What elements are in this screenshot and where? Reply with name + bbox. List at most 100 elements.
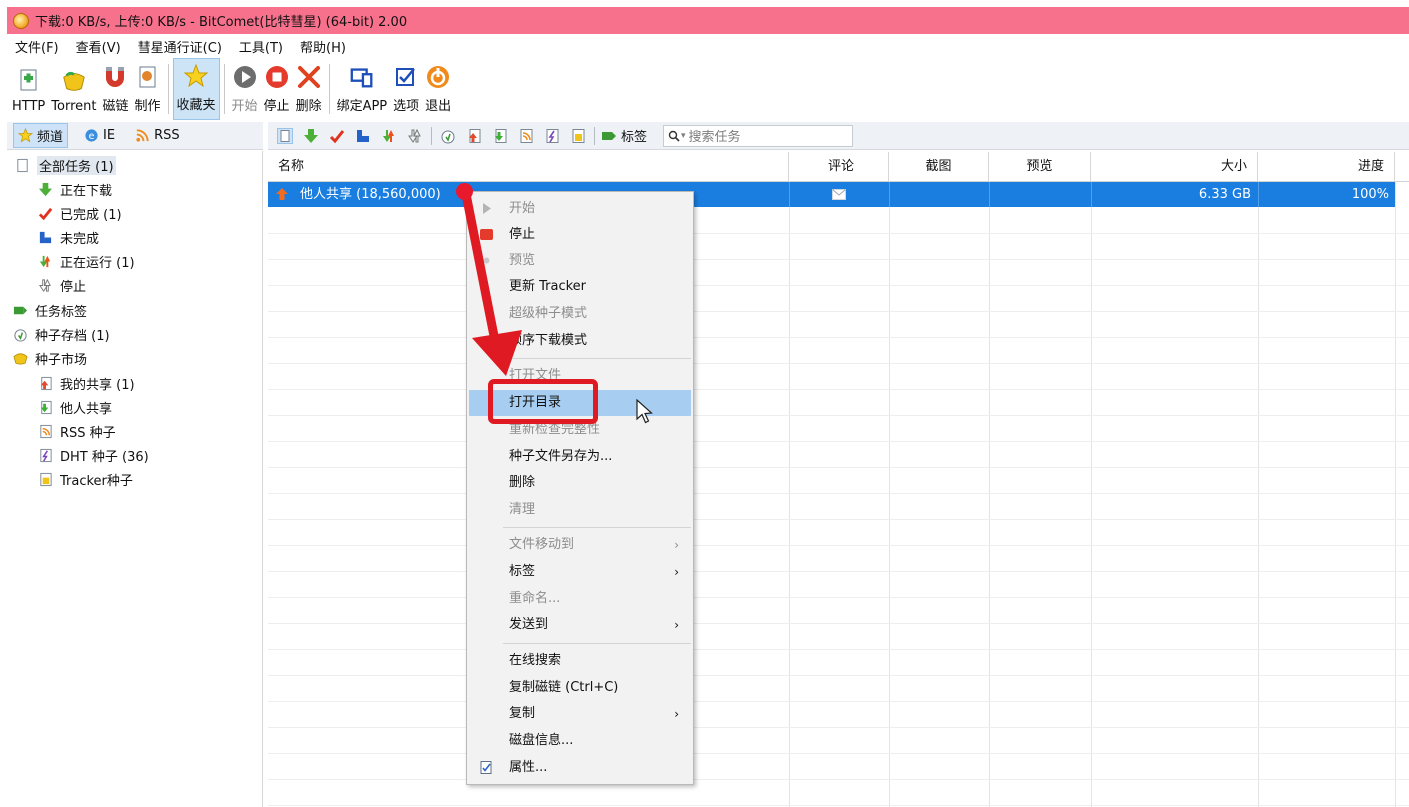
tree-item-torrent-archive[interactable]: 种子存档 (1) bbox=[13, 323, 110, 345]
make-button[interactable]: 制作 bbox=[132, 58, 164, 120]
tab-channel[interactable]: 频道 bbox=[13, 123, 69, 148]
incomplete-filter-icon[interactable] bbox=[355, 128, 371, 144]
magnet-button[interactable]: 磁链 bbox=[99, 58, 131, 120]
tree-item-incomplete[interactable]: 未完成 bbox=[38, 226, 99, 248]
menu-item-copy[interactable]: 复制 › bbox=[467, 701, 693, 727]
torrent-market-icon bbox=[13, 352, 28, 364]
rss-filter-icon[interactable] bbox=[518, 128, 534, 144]
add-http-icon bbox=[16, 68, 42, 94]
cell-divider bbox=[789, 182, 790, 207]
search-task-input[interactable]: ▾ 搜索任务 bbox=[663, 124, 854, 147]
tree-item-all-tasks[interactable]: 全部任务 (1) bbox=[15, 154, 116, 176]
table-header: 名称 评论 截图 预览 大小 进度 bbox=[268, 152, 1409, 182]
tag-button[interactable]: 标签 bbox=[601, 126, 647, 145]
start-button[interactable]: 开始 bbox=[229, 58, 261, 120]
tree-item-dht-seeds[interactable]: DHT 种子 (36) bbox=[38, 444, 149, 466]
http-button[interactable]: HTTP bbox=[9, 58, 48, 120]
menu-item-move-files[interactable]: 文件移动到 › bbox=[467, 532, 693, 558]
menu-item-tags[interactable]: 标签 › bbox=[467, 559, 693, 585]
rss-seed-icon bbox=[40, 424, 52, 438]
tree-item-others-shares[interactable]: 他人共享 bbox=[38, 396, 112, 418]
options-checklist-icon bbox=[393, 64, 419, 90]
tree-item-label: 我的共享 (1) bbox=[60, 377, 135, 393]
menu-passport[interactable]: 彗星通行证(C) bbox=[138, 37, 222, 56]
column-header-progress[interactable]: 进度 bbox=[1258, 152, 1395, 182]
menu-item-properties[interactable]: 属性... bbox=[467, 755, 693, 781]
dht-filter-icon[interactable] bbox=[544, 128, 560, 144]
column-header-size[interactable]: 大小 bbox=[1091, 152, 1258, 182]
toolbar-separator bbox=[431, 126, 432, 145]
share-down-icon bbox=[40, 400, 52, 414]
window-title: 下载:0 KB/s, 上传:0 KB/s - BitComet(比特彗星) (6… bbox=[35, 15, 408, 30]
favorites-button[interactable]: 收藏夹 bbox=[172, 58, 220, 120]
tree-item-my-shares[interactable]: 我的共享 (1) bbox=[38, 372, 135, 394]
comment-envelope-icon[interactable] bbox=[832, 189, 846, 200]
options-button[interactable]: 选项 bbox=[390, 58, 422, 120]
column-header-name[interactable]: 名称 bbox=[268, 152, 789, 182]
column-header-screenshot[interactable]: 截图 bbox=[889, 152, 989, 182]
archive-filter-icon[interactable] bbox=[440, 128, 456, 144]
others-shares-filter-icon[interactable] bbox=[492, 128, 508, 144]
tree-item-label: 停止 bbox=[60, 279, 87, 295]
tree-item-completed[interactable]: 已完成 (1) bbox=[38, 202, 122, 224]
menu-item-delete[interactable]: 删除 bbox=[467, 470, 693, 496]
completed-filter-icon[interactable] bbox=[329, 128, 345, 144]
table-row[interactable]: 他人共享 (18,560,000) 6.33 GB 100% bbox=[268, 182, 1395, 207]
menu-item-disk-info[interactable]: 磁盘信息... bbox=[467, 728, 693, 754]
magnet-icon bbox=[102, 64, 128, 90]
menu-item-rename[interactable]: 重命名... bbox=[467, 586, 693, 612]
tag-icon bbox=[602, 131, 616, 140]
menu-view[interactable]: 查看(V) bbox=[76, 37, 121, 56]
tree-item-tracker-seeds[interactable]: Tracker种子 bbox=[38, 468, 133, 490]
row-progress: 100% bbox=[1351, 187, 1389, 202]
bind-app-button[interactable]: 绑定APP bbox=[334, 58, 391, 120]
downloading-filter-icon[interactable] bbox=[303, 128, 319, 144]
properties-icon bbox=[480, 761, 492, 774]
left-panel-tabs: 频道 e IE RSS bbox=[7, 122, 263, 150]
stopped-filter-icon[interactable] bbox=[407, 128, 423, 144]
row-gridline bbox=[268, 519, 1409, 520]
menu-tools[interactable]: 工具(T) bbox=[239, 37, 283, 56]
menu-item-save-torrent[interactable]: 种子文件另存为... bbox=[467, 444, 693, 470]
row-gridline bbox=[268, 545, 1409, 546]
archive-icon bbox=[14, 328, 27, 342]
tree-item-task-tags[interactable]: 任务标签 bbox=[13, 299, 87, 321]
tracker-filter-icon[interactable] bbox=[570, 128, 586, 144]
running-filter-icon[interactable] bbox=[381, 128, 397, 144]
menu-item-online-search[interactable]: 在线搜索 bbox=[467, 648, 693, 674]
menu-item-label: 属性... bbox=[509, 760, 548, 775]
tree-item-label: 种子市场 bbox=[35, 352, 88, 368]
menu-item-copy-magnet[interactable]: 复制磁链 (Ctrl+C) bbox=[467, 675, 693, 701]
tree-item-label: 他人共享 bbox=[60, 401, 113, 417]
dht-seed-icon bbox=[40, 448, 52, 462]
menu-item-send-to[interactable]: 发送到 › bbox=[467, 612, 693, 638]
submenu-arrow-icon: › bbox=[674, 538, 679, 552]
tree-item-torrent-market[interactable]: 种子市场 bbox=[13, 347, 87, 369]
column-gridline bbox=[889, 182, 890, 807]
row-gridline bbox=[268, 805, 1409, 806]
tree-item-stopped[interactable]: 停止 bbox=[38, 274, 86, 296]
torrent-button[interactable]: Torrent bbox=[48, 58, 99, 120]
my-shares-filter-icon[interactable] bbox=[466, 128, 482, 144]
exit-button[interactable]: 退出 bbox=[422, 58, 454, 120]
tree-item-rss-seeds[interactable]: RSS 种子 bbox=[38, 420, 116, 442]
column-header-comment[interactable]: 评论 bbox=[789, 152, 889, 182]
menu-help[interactable]: 帮助(H) bbox=[300, 37, 346, 56]
ie-icon: e bbox=[85, 129, 98, 142]
tab-ie[interactable]: e IE bbox=[80, 126, 119, 145]
toolbar-separator bbox=[223, 64, 225, 114]
tab-rss-label: RSS bbox=[154, 128, 180, 143]
menu-file[interactable]: 文件(F) bbox=[15, 37, 59, 56]
tree-item-label: 全部任务 (1) bbox=[37, 155, 116, 175]
column-header-preview[interactable]: 预览 bbox=[989, 152, 1091, 182]
tree-item-label: Tracker种子 bbox=[60, 473, 133, 489]
tab-rss[interactable]: RSS bbox=[131, 126, 184, 145]
search-dropdown-caret[interactable]: ▾ bbox=[681, 131, 686, 141]
stop-button[interactable]: 停止 bbox=[261, 58, 293, 120]
delete-button[interactable]: 删除 bbox=[293, 58, 325, 120]
tree-item-label: 种子存档 (1) bbox=[35, 328, 110, 344]
tree-item-downloading[interactable]: 正在下载 bbox=[38, 178, 112, 200]
all-tasks-icon[interactable] bbox=[277, 127, 293, 144]
menu-item-clean[interactable]: 清理 bbox=[467, 497, 693, 523]
tree-item-running[interactable]: 正在运行 (1) bbox=[38, 250, 135, 272]
